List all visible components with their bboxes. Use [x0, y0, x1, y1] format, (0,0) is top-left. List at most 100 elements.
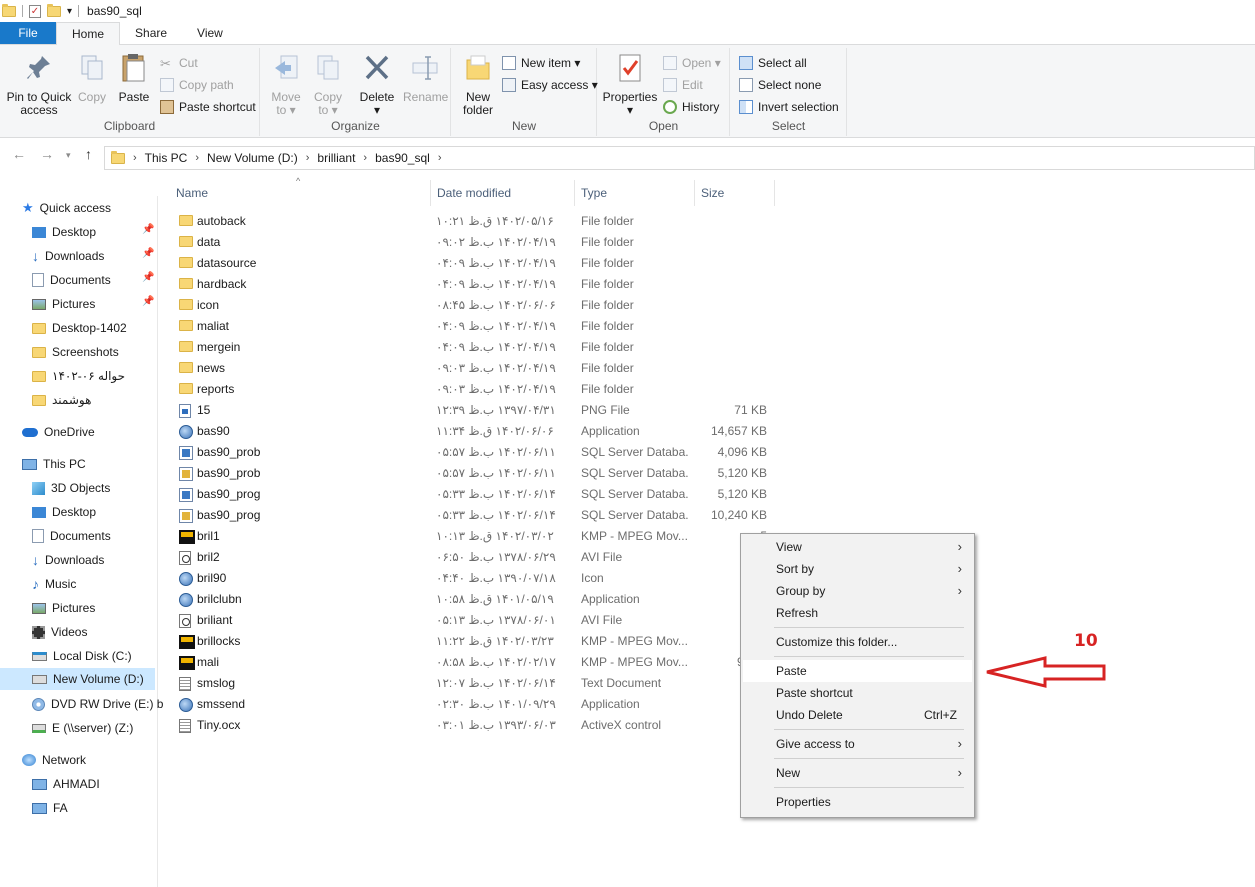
up-arrow-icon[interactable]: ↑ [85, 146, 92, 162]
move-to-button[interactable]: Move to ▾ [269, 52, 303, 117]
file-row[interactable]: bril1 ۱۴۰۲/۰۳/۰۲ ق.ظ ۱۰:۱۳ KMP - MPEG Mov.… [170, 526, 778, 547]
nav-qa-screenshots[interactable]: Screenshots [32, 341, 119, 363]
properties-button[interactable]: Properties ▾ [602, 52, 658, 117]
breadcrumb-bas90-sql[interactable]: bas90_sql [375, 151, 430, 165]
breadcrumb-this-pc[interactable]: This PC [145, 151, 188, 165]
file-row[interactable]: bas90 ۱۴۰۲/۰۶/۰۶ ق.ظ ۱۱:۳۴ Application 14,6… [170, 421, 778, 442]
menu-item-give-access[interactable]: Give access to › [743, 733, 972, 755]
file-row[interactable]: bas90_prob ۱۴۰۲/۰۶/۱۱ ب.ظ ۰۵:۵۷ SQL Server… [170, 442, 778, 463]
file-row[interactable]: bas90_prog ۱۴۰۲/۰۶/۱۴ ب.ظ ۰۵:۳۳ SQL Server… [170, 484, 778, 505]
menu-item-view[interactable]: View › [743, 536, 972, 558]
nav-this-pc[interactable]: This PC [22, 453, 86, 475]
address-bar[interactable]: › This PC › New Volume (D:) › brilliant … [104, 146, 1255, 170]
file-row[interactable]: mali ۱۴۰۲/۰۲/۱۷ ب.ظ ۰۸:۵۸ KMP - MPEG Mov..… [170, 652, 778, 673]
nav-pc-desktop[interactable]: Desktop [32, 501, 96, 523]
nav-pc-pictures[interactable]: Pictures [32, 597, 95, 619]
recent-locations-chevron-icon[interactable]: ▾ [66, 150, 71, 161]
tab-share[interactable]: Share [120, 22, 182, 44]
nav-qa-havaleh[interactable]: حواله ۰۶-۱۴۰۲ [32, 365, 125, 387]
column-divider[interactable] [774, 180, 775, 206]
easy-access-button[interactable]: Easy access ▾ [502, 75, 598, 95]
nav-pc-downloads[interactable]: ↓ Downloads [32, 549, 104, 571]
column-divider[interactable] [574, 180, 575, 206]
nav-qa-hooshmand[interactable]: هوشمند [32, 389, 91, 411]
invert-selection-button[interactable]: Invert selection [739, 97, 839, 117]
tab-file[interactable]: File [0, 22, 56, 44]
breadcrumb-separator[interactable]: › [438, 152, 442, 164]
column-header-name[interactable]: Name [176, 186, 208, 212]
nav-network[interactable]: Network [22, 749, 86, 771]
nav-qa-downloads[interactable]: ↓ Downloads [32, 245, 104, 267]
file-row[interactable]: bril90 ۱۳۹۰/۰۷/۱۸ ب.ظ ۰۴:۴۰ Icon [170, 568, 778, 589]
file-row[interactable]: brilclubn ۱۴۰۱/۰۵/۱۹ ق.ظ ۱۰:۵۸ Application… [170, 589, 778, 610]
rename-button[interactable]: Rename [403, 52, 448, 104]
nav-dvd-drive[interactable]: DVD RW Drive (E:) b [32, 693, 163, 715]
tab-home[interactable]: Home [56, 22, 121, 46]
cut-button[interactable]: ✂ Cut [160, 53, 198, 73]
nav-local-disk-c[interactable]: Local Disk (C:) [32, 645, 132, 667]
file-row[interactable]: datasource ۱۴۰۲/۰۴/۱۹ ب.ظ ۰۴:۰۹ File folde… [170, 253, 778, 274]
file-row[interactable]: hardback ۱۴۰۲/۰۴/۱۹ ب.ظ ۰۴:۰۹ File folder [170, 274, 778, 295]
file-row[interactable]: bas90_prob ۱۴۰۲/۰۶/۱۱ ب.ظ ۰۵:۵۷ SQL Server… [170, 463, 778, 484]
file-row[interactable]: autoback ۱۴۰۲/۰۵/۱۶ ق.ظ ۱۰:۲۱ File folder [170, 211, 778, 232]
nav-qa-pictures[interactable]: Pictures [32, 293, 95, 315]
nav-quick-access[interactable]: ★ Quick access [22, 197, 111, 219]
menu-item-group-by[interactable]: Group by › [743, 580, 972, 602]
column-divider[interactable] [694, 180, 695, 206]
file-row[interactable]: smslog ۱۴۰۲/۰۶/۱۴ ب.ظ ۱۲:۰۷ Text Document [170, 673, 778, 694]
new-folder-icon[interactable] [47, 3, 61, 17]
copy-button[interactable]: Copy [75, 52, 109, 104]
file-row[interactable]: data ۱۴۰۲/۰۴/۱۹ ب.ظ ۰۹:۰۲ File folder [170, 232, 778, 253]
history-button[interactable]: History [663, 97, 719, 117]
file-row[interactable]: icon ۱۴۰۲/۰۶/۰۶ ب.ظ ۰۸:۴۵ File folder [170, 295, 778, 316]
nav-qa-desktop[interactable]: Desktop [32, 221, 96, 243]
file-row[interactable]: reports ۱۴۰۲/۰۴/۱۹ ب.ظ ۰۹:۰۳ File folder [170, 379, 778, 400]
menu-item-properties[interactable]: Properties [743, 791, 972, 813]
forward-arrow-icon[interactable]: → [40, 146, 54, 162]
select-none-button[interactable]: Select none [739, 75, 821, 95]
nav-qa-documents[interactable]: Documents [32, 269, 111, 291]
nav-new-volume-d[interactable]: New Volume (D:) [0, 668, 155, 690]
file-row[interactable]: smssend۱۴۰۱/۰۹/۲۹ ب.ظ ۰۲:۳۰Application1,… [170, 694, 778, 715]
column-header-size[interactable]: Size [701, 186, 724, 212]
nav-pc-documents[interactable]: Documents [32, 525, 111, 547]
file-row[interactable]: mergein ۱۴۰۲/۰۴/۱۹ ب.ظ ۰۴:۰۹ File folder [170, 337, 778, 358]
menu-item-paste[interactable]: Paste [743, 660, 972, 682]
nav-videos[interactable]: Videos [32, 621, 87, 643]
file-row[interactable]: 15 ۱۳۹۷/۰۴/۳۱ ب.ظ ۱۲:۳۹ PNG File 71 KB [170, 400, 778, 421]
menu-item-refresh[interactable]: Refresh [743, 602, 972, 624]
tab-view[interactable]: View [182, 22, 238, 44]
open-button[interactable]: Open ▾ [663, 53, 721, 73]
menu-item-undo-delete[interactable]: Undo Delete Ctrl+Z [743, 704, 972, 726]
breadcrumb-separator[interactable]: › [363, 152, 367, 164]
edit-button[interactable]: Edit [663, 75, 703, 95]
nav-network-drive-z[interactable]: E (\\server) (Z:) [32, 717, 133, 739]
new-item-button[interactable]: New item ▾ [502, 53, 580, 73]
select-all-button[interactable]: Select all [739, 53, 807, 73]
copy-path-button[interactable]: Copy path [160, 75, 234, 95]
file-row[interactable]: Tiny.ocx ۱۳۹۳/۰۶/۰۳ ب.ظ ۰۳:۰۱ ActiveX cont… [170, 715, 778, 736]
column-divider[interactable] [430, 180, 431, 206]
paste-shortcut-button[interactable]: Paste shortcut [160, 97, 256, 117]
file-row[interactable]: brillocks ۱۴۰۲/۰۳/۲۳ ق.ظ ۱۱:۲۲ KMP - MPEG … [170, 631, 778, 652]
nav-qa-desktop-1402[interactable]: Desktop-1402 [32, 317, 127, 339]
back-arrow-icon[interactable]: ← [12, 146, 26, 162]
breadcrumb-brilliant[interactable]: brilliant [317, 151, 355, 165]
nav-net-ahmadi[interactable]: AHMADI [32, 773, 100, 795]
file-row[interactable]: maliat ۱۴۰۲/۰۴/۱۹ ب.ظ ۰۴:۰۹ File folder [170, 316, 778, 337]
nav-music[interactable]: ♪ Music [32, 573, 76, 595]
delete-button[interactable]: Delete ▾ [359, 52, 395, 117]
nav-net-fa[interactable]: FA [32, 797, 68, 819]
file-row[interactable]: news ۱۴۰۲/۰۴/۱۹ ب.ظ ۰۹:۰۳ File folder [170, 358, 778, 379]
nav-3d-objects[interactable]: 3D Objects [32, 477, 110, 499]
file-row[interactable]: bril2۱۳۷۸/۰۶/۲۹ ب.ظ ۰۶:۵۰AVI File4 [170, 547, 778, 568]
nav-onedrive[interactable]: OneDrive [22, 421, 95, 443]
properties-check-icon[interactable]: ✓ [29, 4, 41, 18]
copy-to-button[interactable]: Copy to ▾ [311, 52, 345, 117]
file-row[interactable]: bas90_prog ۱۴۰۲/۰۶/۱۴ ب.ظ ۰۵:۳۳ SQL Server… [170, 505, 778, 526]
breadcrumb-separator[interactable]: › [195, 152, 199, 164]
breadcrumb-separator[interactable]: › [133, 152, 137, 164]
file-row[interactable]: briliant۱۳۷۸/۰۶/۰۱ ب.ظ ۰۵:۱۳AVI File59 [170, 610, 778, 631]
menu-item-sort-by[interactable]: Sort by › [743, 558, 972, 580]
paste-button[interactable]: Paste [117, 52, 151, 104]
